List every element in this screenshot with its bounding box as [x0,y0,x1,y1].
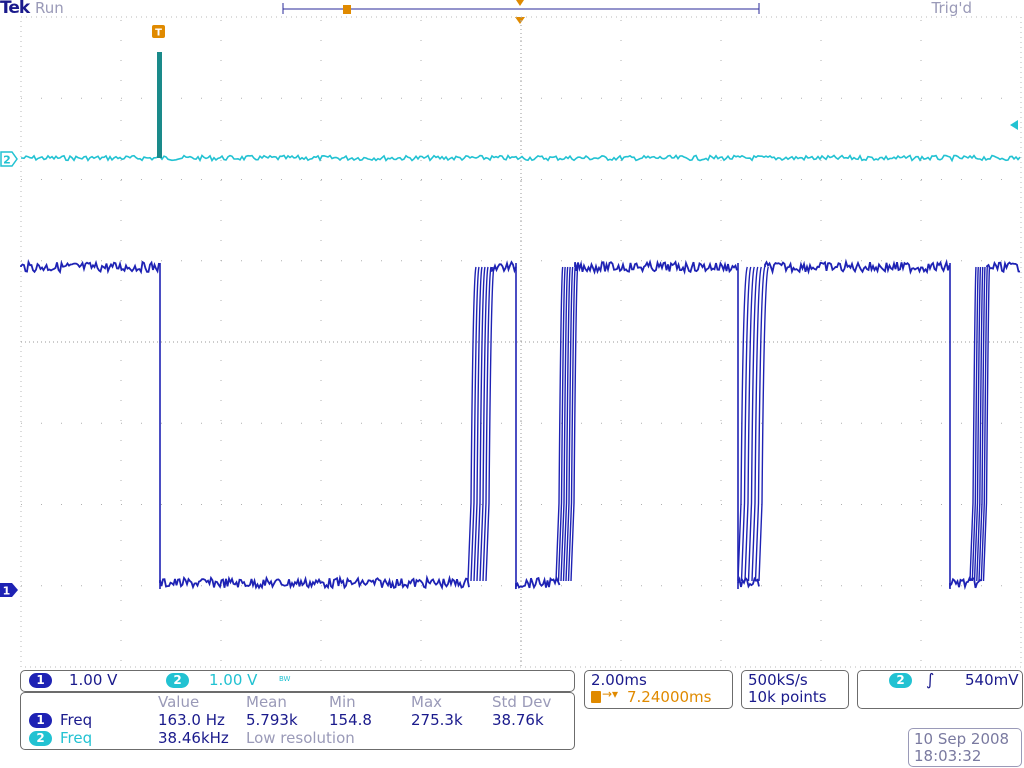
meas1-min: 154.8 [329,711,372,729]
trigger-position-arrow-icon: →▾ [602,687,619,701]
meas1-value: 163.0 Hz [158,711,225,729]
ch1-ground-marker[interactable]: 1 [0,583,18,598]
trigger-level-arrow[interactable] [1010,120,1018,130]
ch2-trace [21,52,1021,163]
trigger-level: 540mV [965,671,1019,689]
meas1-std-dev: 38.76k [492,711,544,729]
trigger-position-icon [591,691,601,703]
meas1-channel-badge: 1 [29,713,52,728]
channel-scale-panel[interactable]: 1 1.00 V 2 1.00 V BW [20,670,575,692]
record-length: 10k points [748,688,827,706]
ch2-ground-marker[interactable]: 2 [0,151,18,167]
ch2-spike [157,52,162,158]
ch2-scale: 1.00 V [209,671,258,689]
trigger-position: 7.24000ms [627,688,712,706]
ch2-badge: 2 [166,673,189,688]
trigger-panel[interactable]: 2 ∫ 540mV [857,670,1023,709]
ch1-level-segment [986,260,1021,274]
meas1-max: 275.3k [411,711,463,729]
ch2-noise-line [21,154,1021,163]
graticule [20,16,1022,668]
col-header-max: Max [411,693,443,711]
trigger-marker-label: T [155,28,162,39]
timebase-panel[interactable]: 2.00ms →▾ 7.24000ms [584,670,733,709]
measurements-panel[interactable]: Value Mean Min Max Std Dev 1 Freq 163.0 … [20,692,575,750]
col-header-min: Min [329,693,356,711]
datetime-panel: 10 Sep 2008 18:03:32 [908,728,1022,767]
ch1-level-segment [764,258,951,276]
rising-edge-icon: ∫ [926,670,935,689]
ch1-level-segment [515,575,561,590]
ch1-level-segment [20,258,160,275]
ch1-level-segment [159,574,470,591]
trigger-position-arrow [515,17,525,24]
bandwidth-limit-mark: BW [279,675,291,683]
meas1-name: Freq [60,711,93,729]
acquisition-panel[interactable]: 500kS/s 10k points [741,670,849,709]
meas2-channel-badge: 2 [29,731,52,746]
meas2-value: 38.46kHz [158,729,229,747]
col-header-std-dev: Std Dev [492,693,552,711]
sample-rate: 500kS/s [748,671,808,689]
time: 18:03:32 [914,747,982,765]
record-position-bar [282,0,760,14]
ch1-scale: 1.00 V [69,671,118,689]
ch1-marker-label: 1 [3,585,11,598]
meas2-name: Freq [60,729,93,747]
date: 10 Sep 2008 [914,730,1010,748]
col-header-mean: Mean [246,693,287,711]
ch1-level-segment [574,259,738,276]
ch1-level-segment [491,260,517,274]
meas1-mean: 5.793k [246,711,298,729]
ch1-rising-edge [969,266,977,582]
waveform-display[interactable]: T 2 1 [0,0,1024,670]
ch1-badge: 1 [29,673,52,688]
ch1-rising-edge [758,266,769,582]
ch2-marker-label: 2 [3,154,11,167]
horizontal-scale: 2.00ms [591,671,647,689]
col-header-value: Value [158,693,200,711]
meas2-note: Low resolution [246,729,355,747]
trigger-source-badge: 2 [889,673,912,688]
trigger-marker-icon[interactable]: T [152,25,165,39]
